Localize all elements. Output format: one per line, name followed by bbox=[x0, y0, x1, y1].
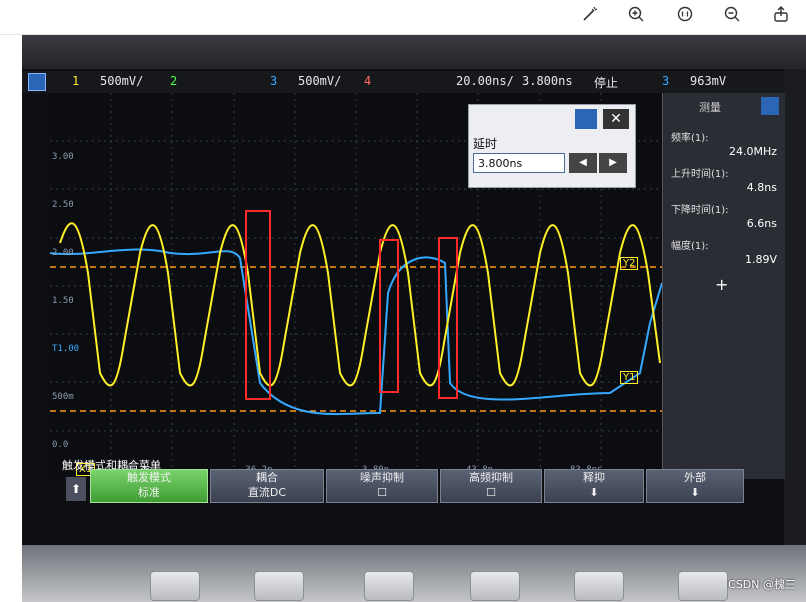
increase-button[interactable]: ▶ bbox=[599, 153, 627, 173]
zoom-out-icon[interactable] bbox=[718, 0, 746, 28]
hardware-softkey[interactable] bbox=[470, 571, 520, 601]
zoom-in-icon[interactable] bbox=[622, 0, 650, 28]
trigger-mode-button[interactable]: 触发模式 标准 bbox=[90, 469, 208, 503]
hf-reject-label: 高频抑制 bbox=[469, 471, 513, 484]
amp-value: 1.89V bbox=[744, 253, 777, 266]
hardware-softkey[interactable] bbox=[254, 571, 304, 601]
hardware-softkey[interactable] bbox=[364, 571, 414, 601]
checkbox-icon: ☐ bbox=[377, 486, 387, 499]
y-label: 3.00 bbox=[52, 152, 74, 162]
trigger-channel: 3 bbox=[662, 74, 670, 88]
ch2-number: 2 bbox=[170, 74, 178, 88]
rise-label: 上升时间(1): bbox=[671, 169, 729, 180]
magic-wand-icon[interactable] bbox=[576, 0, 604, 28]
dialog-menu-icon[interactable] bbox=[575, 109, 597, 129]
coupling-value: 直流DC bbox=[247, 486, 287, 499]
freq-value: 24.0MHz bbox=[728, 145, 777, 158]
freq-label: 频率(1): bbox=[671, 133, 709, 144]
measure-panel-title: 测量 bbox=[663, 97, 785, 119]
trigger-mode-label: 触发模式 bbox=[127, 471, 171, 484]
measure-panel: 测量 频率(1): 24.0MHz 上升时间(1): 4.8ns 下降时间(1)… bbox=[662, 93, 785, 479]
ch1-scale: 500mV/ bbox=[100, 74, 144, 88]
y-label: T1.00 bbox=[52, 344, 80, 354]
external-button[interactable]: 外部 ⬇ bbox=[646, 469, 744, 503]
trigger-level: 963mV bbox=[690, 74, 727, 88]
scope-bezel-top bbox=[22, 35, 806, 69]
measure-menu-icon[interactable] bbox=[761, 97, 779, 115]
hardware-softkey[interactable] bbox=[678, 571, 728, 601]
holdoff-label: 释抑 bbox=[583, 471, 605, 484]
holdoff-button[interactable]: 释抑 ⬇ bbox=[544, 469, 644, 503]
delay-value-field[interactable]: 3.800ns bbox=[473, 153, 565, 173]
delay-dialog-title: 延时 bbox=[473, 137, 498, 151]
coupling-button[interactable]: 耦合 直流DC bbox=[210, 469, 324, 503]
share-icon[interactable] bbox=[767, 0, 795, 28]
softkey-bar: 触发模式和耦合菜单 ⬆ 触发模式 标准 耦合 直流DC 噪声抑制 ☐ 高频抑制 … bbox=[62, 455, 784, 515]
down-arrow-icon: ⬇ bbox=[690, 486, 700, 499]
fall-value: 6.6ns bbox=[746, 217, 777, 230]
external-label: 外部 bbox=[684, 471, 706, 484]
marker-y1[interactable]: Y1 bbox=[620, 371, 639, 384]
back-arrow-icon[interactable]: ⬆ bbox=[66, 477, 86, 501]
measure-title: 测量 bbox=[699, 101, 721, 114]
timebase: 20.00ns/ bbox=[456, 74, 514, 88]
delay-dialog: ✕ 延时 3.800ns ◀ ▶ bbox=[468, 104, 636, 188]
watermark: CSDN @槐三 bbox=[728, 578, 796, 591]
y-label: 500m bbox=[52, 392, 74, 402]
noise-reject-label: 噪声抑制 bbox=[360, 471, 404, 484]
image-viewer-toolbar bbox=[0, 0, 806, 35]
y-label: 1.50 bbox=[52, 296, 74, 306]
close-icon[interactable]: ✕ bbox=[603, 109, 629, 129]
down-arrow-icon: ⬇ bbox=[589, 486, 599, 499]
amp-label: 幅度(1): bbox=[671, 241, 709, 252]
fall-label: 下降时间(1): bbox=[671, 205, 729, 216]
add-measurement-button[interactable]: + bbox=[715, 275, 728, 294]
coupling-label: 耦合 bbox=[256, 471, 278, 484]
hf-reject-button[interactable]: 高频抑制 ☐ bbox=[440, 469, 542, 503]
y-axis-labels: 3.00 2.50 2.00 1.50 T1.00 500m 0.0 bbox=[52, 133, 79, 469]
ch3-scale: 500mV/ bbox=[298, 74, 342, 88]
decrease-button[interactable]: ◀ bbox=[569, 153, 597, 173]
ch4-number: 4 bbox=[364, 74, 372, 88]
y-label: 2.50 bbox=[52, 200, 74, 210]
scope-bezel-bottom bbox=[22, 545, 806, 602]
marker-y2[interactable]: Y2 bbox=[620, 257, 639, 270]
oscilloscope-photo: 1 500mV/ 2 3 500mV/ 4 20.00ns/ 3.800ns 停… bbox=[22, 35, 806, 602]
run-state: 停止 bbox=[594, 76, 619, 90]
hardware-softkey[interactable] bbox=[574, 571, 624, 601]
ch3-number: 3 bbox=[270, 74, 278, 88]
trigger-mode-value: 标准 bbox=[138, 486, 160, 499]
menu-icon[interactable] bbox=[28, 73, 46, 91]
rise-value: 4.8ns bbox=[746, 181, 777, 194]
noise-reject-button[interactable]: 噪声抑制 ☐ bbox=[326, 469, 438, 503]
hardware-softkey[interactable] bbox=[150, 571, 200, 601]
reset-zoom-icon[interactable] bbox=[671, 0, 699, 28]
scope-status-bar: 1 500mV/ 2 3 500mV/ 4 20.00ns/ 3.800ns 停… bbox=[22, 71, 784, 93]
y-label: 2.00 bbox=[52, 248, 74, 258]
checkbox-icon: ☐ bbox=[486, 486, 496, 499]
ch1-number: 1 bbox=[72, 74, 80, 88]
delay-readout: 3.800ns bbox=[522, 74, 573, 88]
